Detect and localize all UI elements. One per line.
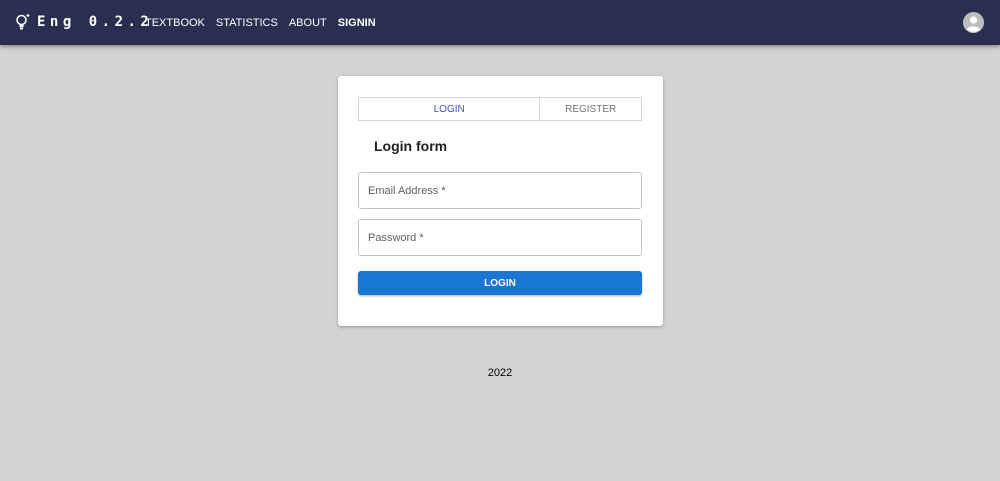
password-field[interactable] [358, 219, 642, 256]
nav-item-signin[interactable]: SIGNIN [338, 17, 376, 29]
tab-register[interactable]: REGISTER [540, 98, 641, 120]
brand-title[interactable]: Eng 0.2.2 [37, 13, 153, 31]
tab-login[interactable]: LOGIN [359, 98, 541, 120]
auth-tabs: LOGIN REGISTER [358, 97, 642, 121]
main-nav: TEXTBOOK STATISTICS ABOUT SIGNIN [145, 0, 387, 45]
app-bar: Eng 0.2.2 TEXTBOOK STATISTICS ABOUT SIGN… [0, 0, 1000, 45]
nav-item-textbook[interactable]: TEXTBOOK [145, 17, 205, 29]
form-title: Login form [374, 138, 448, 154]
login-button[interactable]: LOGIN [358, 271, 642, 295]
nav-item-statistics[interactable]: STATISTICS [216, 17, 278, 29]
footer-year: 2022 [487, 367, 513, 379]
login-card: LOGIN REGISTER Login form LOGIN [338, 76, 663, 326]
email-field[interactable] [358, 172, 642, 209]
nav-item-about[interactable]: ABOUT [289, 17, 327, 29]
user-avatar-icon[interactable] [963, 12, 984, 33]
lightbulb-icon [15, 13, 31, 31]
